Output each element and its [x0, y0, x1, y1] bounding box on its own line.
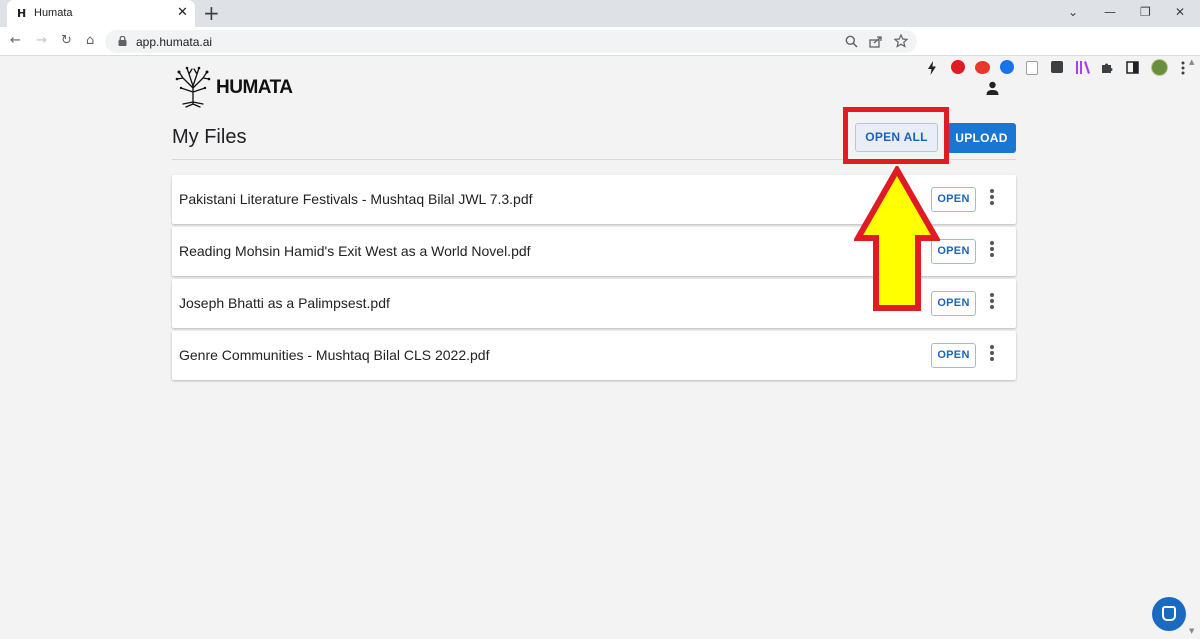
tab-title: Humata: [34, 7, 73, 19]
doc-icon[interactable]: [1026, 61, 1038, 75]
humata-logo-icon: [175, 66, 211, 108]
file-name[interactable]: Reading Mohsin Hamid's Exit West as a Wo…: [179, 243, 531, 259]
file-name[interactable]: Genre Communities - Mushtaq Bilal CLS 20…: [179, 347, 489, 363]
adblock-icon[interactable]: [975, 61, 990, 74]
highlight-box: [843, 107, 949, 164]
more-options-icon[interactable]: [986, 241, 998, 261]
forward-icon[interactable]: →: [36, 33, 47, 49]
menu-icon[interactable]: [1181, 61, 1185, 75]
chat-icon: [1162, 606, 1176, 621]
chat-widget-button[interactable]: [1152, 597, 1186, 631]
puzzle-icon[interactable]: [1101, 61, 1114, 74]
url-text[interactable]: app.humata.ai: [136, 35, 212, 49]
zoom-icon[interactable]: [845, 35, 858, 48]
file-name[interactable]: Pakistani Literature Festivals - Mushtaq…: [179, 191, 533, 207]
new-tab-button[interactable]: +: [203, 2, 220, 24]
share-icon[interactable]: [869, 35, 883, 48]
back-icon[interactable]: ←: [10, 33, 21, 49]
reload-icon[interactable]: ↻: [61, 33, 72, 49]
scroll-up-icon[interactable]: ▲: [1189, 58, 1194, 66]
window-close-icon[interactable]: ✕: [1175, 4, 1185, 20]
home-icon[interactable]: ⌂: [86, 33, 94, 49]
page-title: My Files: [172, 126, 247, 148]
more-options-icon[interactable]: [986, 293, 998, 313]
browser-toolbar: ← → ↻ ⌂ app.humata.ai: [0, 27, 1200, 76]
minimize-icon[interactable]: —: [1104, 4, 1116, 20]
tab-close-icon[interactable]: ✕: [177, 5, 188, 21]
address-bar[interactable]: app.humata.ai: [105, 30, 917, 53]
extension-blue-icon[interactable]: [1000, 60, 1014, 74]
file-name[interactable]: Joseph Bhatti as a Palimpsest.pdf: [179, 295, 390, 311]
tab-search-icon[interactable]: ⌄: [1068, 4, 1078, 20]
library-icon[interactable]: [1075, 60, 1091, 75]
lightning-icon[interactable]: [927, 61, 937, 75]
side-panel-icon[interactable]: [1126, 61, 1139, 74]
user-account-icon[interactable]: [985, 81, 1000, 96]
profile-avatar[interactable]: [1151, 59, 1168, 76]
annotation-arrow-icon: [854, 166, 940, 311]
opera-icon[interactable]: [951, 60, 965, 74]
logo-text: HUMATA: [216, 77, 293, 98]
tab-favicon-icon: H: [17, 7, 27, 20]
browser-tab-strip: H Humata ✕ + ⌄ — ❐ ✕: [0, 0, 1200, 27]
restore-icon[interactable]: ❐: [1140, 4, 1151, 20]
open-file-button[interactable]: OPEN: [931, 343, 976, 368]
browser-tab[interactable]: H Humata ✕: [7, 0, 195, 27]
upload-button[interactable]: UPLOAD: [947, 123, 1016, 153]
extension-dark-icon[interactable]: [1051, 61, 1063, 73]
star-icon[interactable]: [894, 34, 908, 48]
scroll-down-icon[interactable]: ▼: [1189, 627, 1194, 635]
file-row: Genre Communities - Mushtaq Bilal CLS 20…: [172, 331, 1016, 380]
more-options-icon[interactable]: [986, 189, 998, 209]
lock-icon: [118, 36, 127, 46]
more-options-icon[interactable]: [986, 345, 998, 365]
